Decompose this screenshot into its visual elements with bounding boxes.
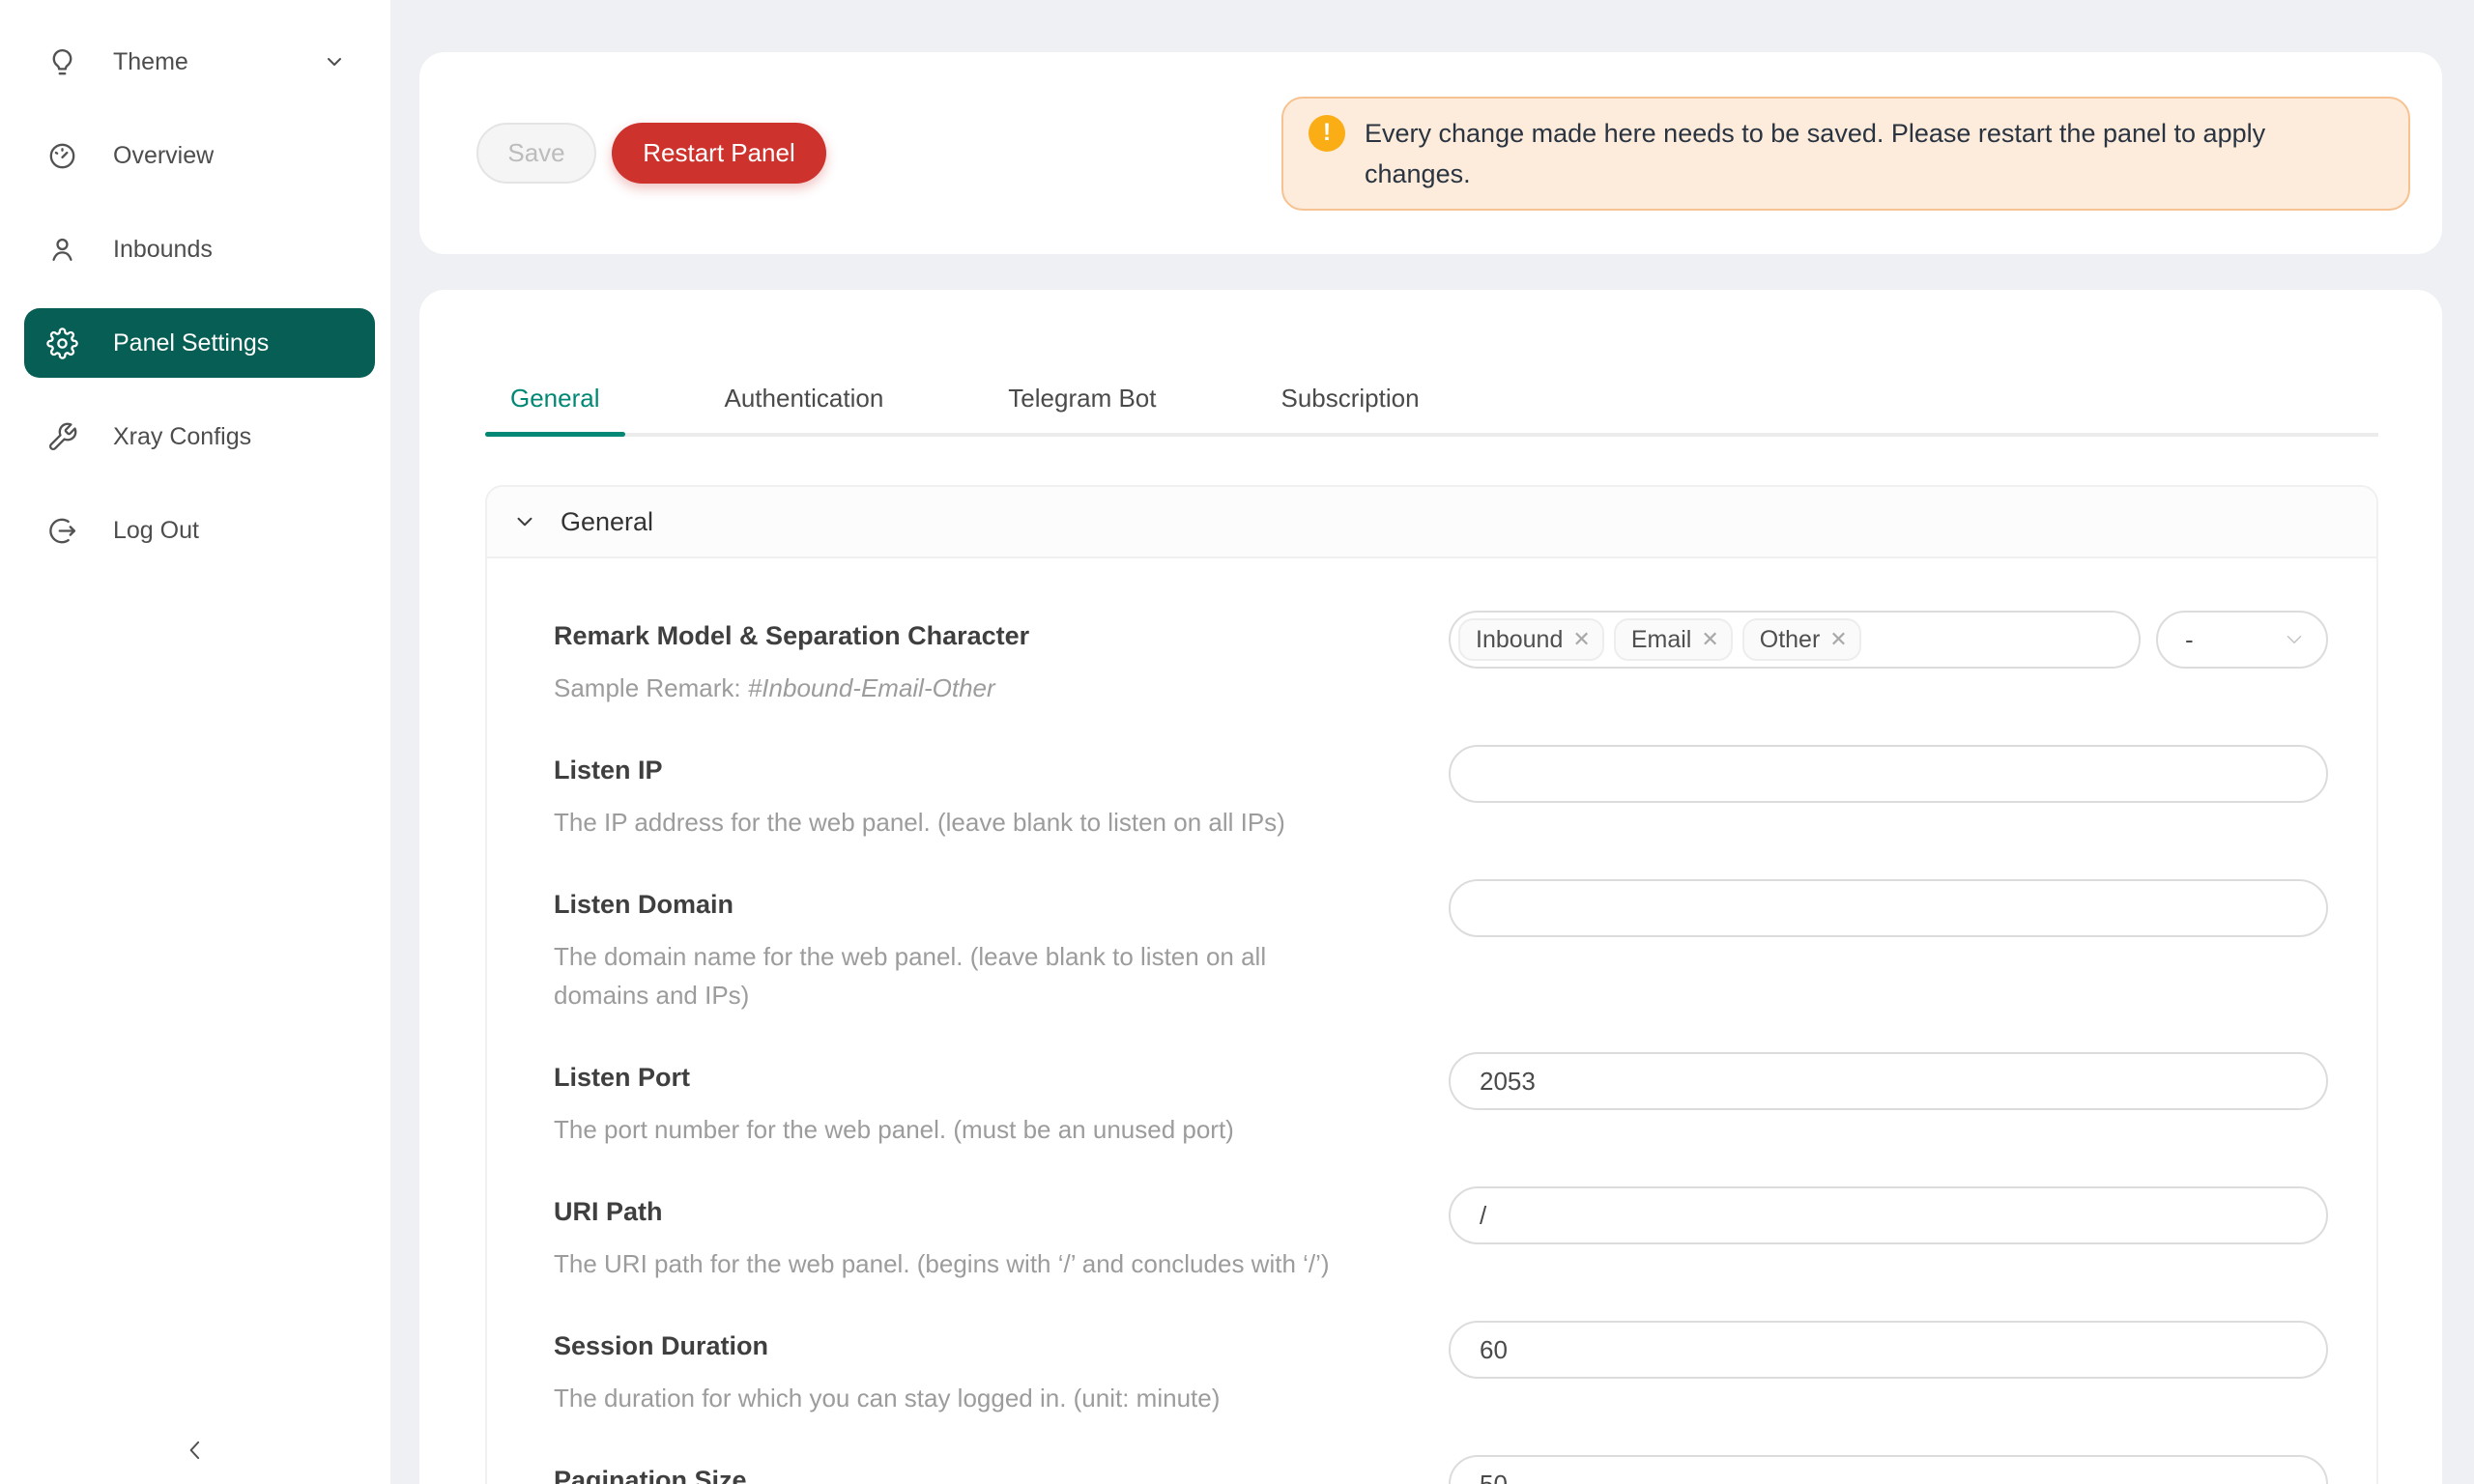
pagination-size-input[interactable]: [1449, 1455, 2328, 1484]
toolbar-buttons: Save Restart Panel: [476, 123, 826, 184]
field-label: URI Path: [554, 1192, 1410, 1231]
tab-authentication[interactable]: Authentication: [700, 384, 909, 433]
lightbulb-icon: [46, 46, 78, 78]
form-row-remark-model: Remark Model & Separation Character Samp…: [554, 616, 2328, 707]
restart-panel-button[interactable]: Restart Panel: [612, 123, 826, 184]
form-row-session-duration: Session Duration The duration for which …: [554, 1327, 2328, 1417]
listen-ip-input[interactable]: [1449, 745, 2328, 803]
form-row-uri-path: URI Path The URI path for the web panel.…: [554, 1192, 2328, 1283]
tab-telegram-bot[interactable]: Telegram Bot: [983, 384, 1181, 433]
field-description: The port number for the web panel. (must…: [554, 1110, 1346, 1149]
field-description: Sample Remark: #Inbound-Email-Other: [554, 669, 1346, 707]
sidebar-item-label: Log Out: [113, 517, 199, 545]
tag-remove-icon[interactable]: ✕: [1572, 629, 1590, 650]
wrench-icon: [46, 421, 78, 453]
sample-remark-text: #Inbound-Email-Other: [748, 673, 995, 702]
sidebar-item-label: Theme: [113, 48, 188, 76]
field-description: The domain name for the web panel. (leav…: [554, 937, 1346, 1014]
form-row-pagination-size: Pagination Size: [554, 1461, 2328, 1484]
tab-general[interactable]: General: [485, 384, 625, 433]
tab-subscription[interactable]: Subscription: [1255, 384, 1444, 433]
sidebar-item-theme[interactable]: Theme: [24, 27, 375, 97]
tag-remove-icon[interactable]: ✕: [1829, 629, 1847, 650]
toolbar-card: Save Restart Panel ! Every change made h…: [419, 52, 2442, 254]
warning-alert: ! Every change made here needs to be sav…: [1281, 97, 2410, 211]
warning-alert-text: Every change made here needs to be saved…: [1365, 113, 2312, 194]
settings-card: General Authentication Telegram Bot Subs…: [419, 290, 2442, 1484]
field-label: Listen IP: [554, 751, 1410, 789]
gear-icon: [46, 328, 78, 359]
uri-path-input[interactable]: [1449, 1186, 2328, 1244]
field-description: The IP address for the web panel. (leave…: [554, 803, 1346, 842]
form-row-listen-ip: Listen IP The IP address for the web pan…: [554, 751, 2328, 842]
sidebar-item-panel-settings[interactable]: Panel Settings: [24, 308, 375, 378]
field-label: Listen Domain: [554, 885, 1410, 924]
chevron-down-icon: [2282, 627, 2307, 652]
separator-select[interactable]: -: [2156, 611, 2328, 669]
separator-select-value: -: [2185, 625, 2194, 655]
listen-domain-input[interactable]: [1449, 879, 2328, 937]
logout-icon: [46, 515, 78, 547]
app-window: Theme Overview: [0, 0, 2474, 1484]
tag-inbound: Inbound ✕: [1458, 618, 1604, 661]
tag-other: Other ✕: [1742, 618, 1861, 661]
listen-port-input[interactable]: [1449, 1052, 2328, 1110]
chevron-down-icon: [323, 50, 346, 73]
session-duration-input[interactable]: [1449, 1321, 2328, 1379]
field-label: Remark Model & Separation Character: [554, 616, 1410, 655]
sidebar-item-inbounds[interactable]: Inbounds: [24, 214, 375, 284]
sidebar-item-log-out[interactable]: Log Out: [24, 496, 375, 565]
general-section-header[interactable]: General: [487, 487, 2376, 558]
sidebar-item-label: Overview: [113, 142, 214, 170]
tag-remove-icon[interactable]: ✕: [1701, 629, 1718, 650]
warning-icon: !: [1309, 115, 1345, 152]
form-row-listen-port: Listen Port The port number for the web …: [554, 1058, 2328, 1149]
field-description: The URI path for the web panel. (begins …: [554, 1244, 1346, 1283]
sidebar-item-label: Panel Settings: [113, 329, 269, 357]
remark-model-multiselect[interactable]: Inbound ✕ Email ✕ Other ✕: [1449, 611, 2141, 669]
general-section-body: Remark Model & Separation Character Samp…: [487, 558, 2376, 1484]
field-description: The duration for which you can stay logg…: [554, 1379, 1346, 1417]
general-section: General Remark Model & Separation Charac…: [485, 485, 2378, 1484]
chevron-left-icon: [181, 1436, 210, 1465]
field-label: Pagination Size: [554, 1461, 1410, 1484]
sidebar: Theme Overview: [0, 0, 390, 1484]
chevron-down-icon: [512, 509, 537, 534]
field-label: Session Duration: [554, 1327, 1410, 1365]
save-button[interactable]: Save: [476, 123, 596, 184]
main-content: Save Restart Panel ! Every change made h…: [390, 0, 2474, 1484]
tag-email: Email ✕: [1614, 618, 1733, 661]
sidebar-item-xray-configs[interactable]: Xray Configs: [24, 402, 375, 471]
form-row-listen-domain: Listen Domain The domain name for the we…: [554, 885, 2328, 1014]
section-title: General: [561, 507, 653, 537]
sidebar-collapse-button[interactable]: [181, 1436, 210, 1465]
sidebar-item-label: Inbounds: [113, 236, 213, 264]
user-icon: [46, 234, 78, 266]
dashboard-icon: [46, 140, 78, 172]
sidebar-item-label: Xray Configs: [113, 423, 251, 451]
field-label: Listen Port: [554, 1058, 1410, 1097]
tab-bar: General Authentication Telegram Bot Subs…: [485, 290, 2378, 437]
sidebar-item-overview[interactable]: Overview: [24, 121, 375, 190]
